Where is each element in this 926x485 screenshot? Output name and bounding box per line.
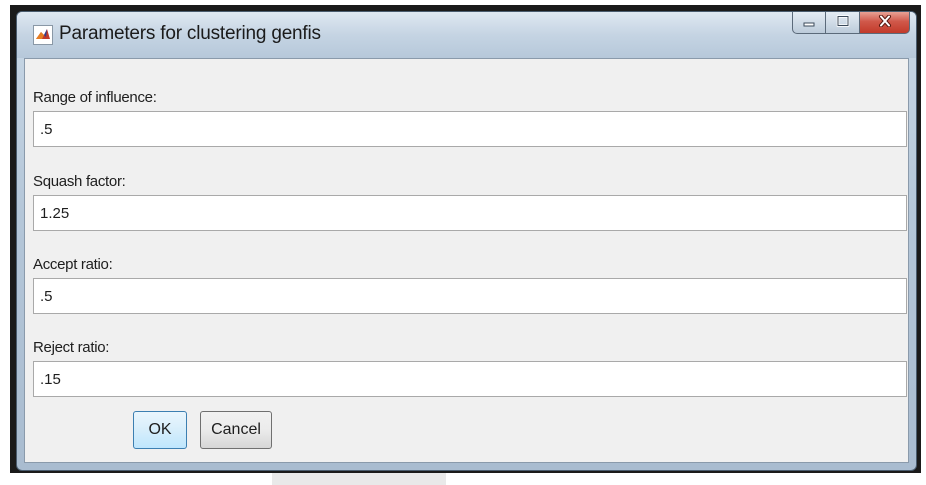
taskbar-fragment bbox=[272, 473, 446, 485]
maximize-icon bbox=[836, 14, 850, 32]
squash-factor-label: Squash factor: bbox=[33, 173, 126, 190]
matlab-icon bbox=[33, 25, 53, 45]
reject-ratio-label: Reject ratio: bbox=[33, 339, 110, 356]
minimize-icon bbox=[802, 14, 816, 32]
maximize-button[interactable] bbox=[826, 12, 860, 34]
screenshot: Parameters for clustering genfis Range o… bbox=[0, 0, 926, 485]
window-title: Parameters for clustering genfis bbox=[59, 23, 321, 44]
title-bar[interactable]: Parameters for clustering genfis bbox=[17, 12, 916, 58]
caption-buttons bbox=[792, 12, 910, 34]
minimize-button[interactable] bbox=[792, 12, 826, 34]
ok-button[interactable]: OK bbox=[133, 411, 187, 449]
range-of-influence-input[interactable] bbox=[33, 111, 907, 147]
reject-ratio-input[interactable] bbox=[33, 361, 907, 397]
accept-ratio-label: Accept ratio: bbox=[33, 256, 113, 273]
squash-factor-input[interactable] bbox=[33, 195, 907, 231]
dialog-window: Parameters for clustering genfis Range o… bbox=[16, 11, 917, 471]
cancel-button[interactable]: Cancel bbox=[200, 411, 272, 449]
close-icon bbox=[878, 14, 892, 32]
close-button[interactable] bbox=[860, 12, 910, 34]
accept-ratio-input[interactable] bbox=[33, 278, 907, 314]
range-of-influence-label: Range of influence: bbox=[33, 89, 157, 106]
dialog-content: Range of influence: Squash factor: Accep… bbox=[24, 58, 909, 463]
